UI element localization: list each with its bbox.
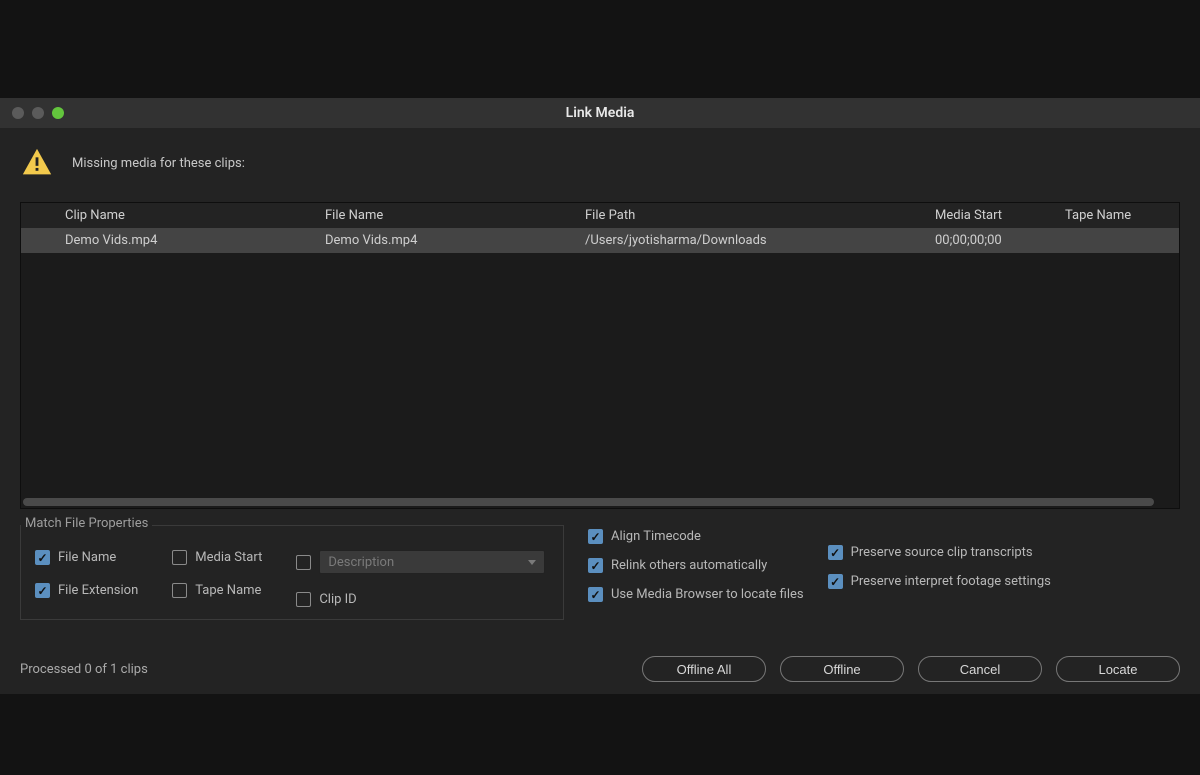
cell-file-path: /Users/jyotisharma/Downloads [581, 233, 931, 248]
processed-status: Processed 0 of 1 clips [20, 662, 148, 677]
chevron-down-icon [528, 560, 536, 565]
horizontal-scrollbar[interactable] [23, 498, 1177, 506]
use-media-browser-checkbox[interactable]: Use Media Browser to locate files [588, 587, 804, 602]
clip-id-checkbox[interactable]: Clip ID [296, 592, 545, 607]
cell-file-name: Demo Vids.mp4 [321, 233, 581, 248]
offline-all-button[interactable]: Offline All [642, 656, 766, 682]
file-extension-checkbox[interactable]: File Extension [35, 583, 138, 598]
preserve-interpret-checkbox[interactable]: Preserve interpret footage settings [828, 574, 1051, 589]
missing-media-message: Missing media for these clips: [72, 156, 245, 171]
offline-button[interactable]: Offline [780, 656, 904, 682]
cell-media-start: 00;00;00;00 [931, 233, 1061, 248]
tape-name-checkbox[interactable]: Tape Name [172, 583, 262, 598]
col-media-start[interactable]: Media Start [931, 208, 1061, 223]
description-checkbox[interactable] [296, 555, 311, 570]
cell-clip-name: Demo Vids.mp4 [61, 233, 321, 248]
col-file-path[interactable]: File Path [581, 208, 931, 223]
match-file-properties-group: Match File Properties File Name File Ext… [20, 525, 564, 620]
warning-icon [20, 146, 54, 180]
clips-table: Clip Name File Name File Path Media Star… [20, 202, 1180, 509]
table-row[interactable]: Demo Vids.mp4 Demo Vids.mp4 /Users/jyoti… [21, 228, 1179, 253]
col-tape-name[interactable]: Tape Name [1061, 208, 1180, 223]
media-start-checkbox[interactable]: Media Start [172, 550, 262, 565]
description-placeholder: Description [328, 555, 394, 570]
dialog-title: Link Media [0, 105, 1200, 121]
preserve-transcripts-checkbox[interactable]: Preserve source clip transcripts [828, 545, 1051, 560]
cancel-button[interactable]: Cancel [918, 656, 1042, 682]
description-dropdown[interactable]: Description [319, 550, 545, 574]
link-media-dialog: Link Media Missing media for these clips… [0, 98, 1200, 694]
align-timecode-checkbox[interactable]: Align Timecode [588, 529, 804, 544]
locate-button[interactable]: Locate [1056, 656, 1180, 682]
relink-others-checkbox[interactable]: Relink others automatically [588, 558, 804, 573]
titlebar: Link Media [0, 98, 1200, 128]
col-clip-name[interactable]: Clip Name [61, 208, 321, 223]
table-header: Clip Name File Name File Path Media Star… [21, 203, 1179, 228]
col-file-name[interactable]: File Name [321, 208, 581, 223]
match-file-properties-legend: Match File Properties [21, 516, 152, 531]
file-name-checkbox[interactable]: File Name [35, 550, 138, 565]
